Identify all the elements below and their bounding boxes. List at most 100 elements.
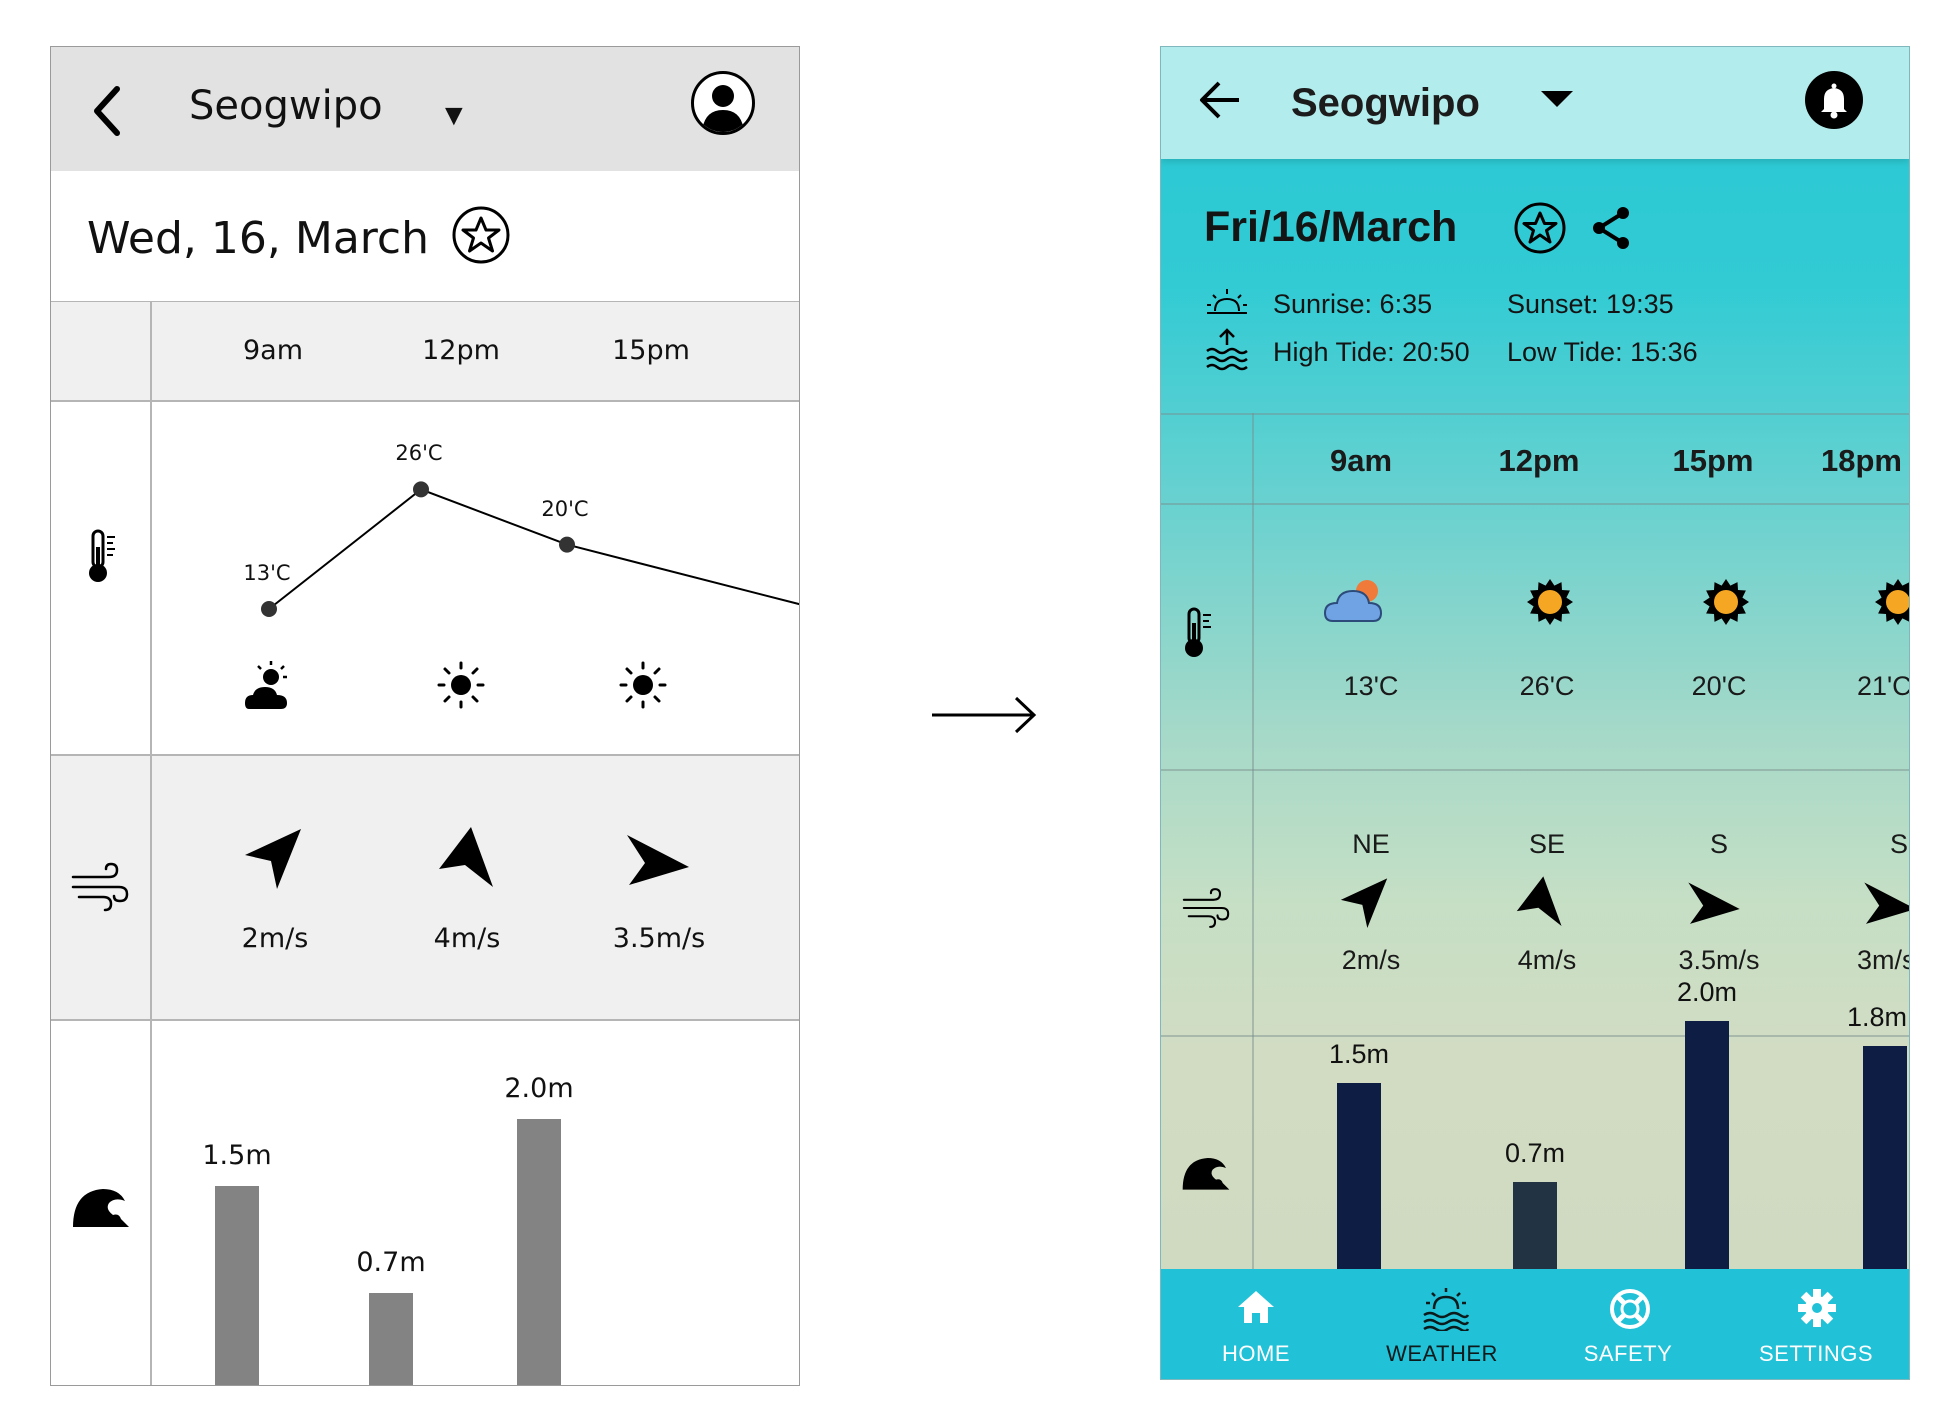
wave-height-bar	[1863, 1045, 1907, 1269]
bottom-navigation: HOME WEATHER SAFETY SETTINGS	[1161, 1269, 1909, 1379]
nav-safety[interactable]: SAFETY	[1533, 1269, 1723, 1379]
share-icon[interactable]	[1589, 205, 1633, 251]
wind-icon	[1182, 888, 1230, 928]
sun-icon	[619, 661, 667, 709]
low-tide-text: Low Tide: 15:36	[1507, 337, 1698, 367]
wind-direction-arrow-icon	[627, 835, 689, 885]
temperature-point	[261, 601, 277, 617]
wind-speed: 2m/s	[1341, 945, 1401, 975]
temperature-value: 21'C	[1857, 671, 1910, 701]
weather-sunrise-icon	[1423, 1288, 1470, 1331]
transition-arrow-icon	[932, 696, 1037, 734]
wind-direction-label: SE	[1528, 829, 1566, 859]
thermometer-icon	[89, 529, 115, 582]
wind-direction-arrow-icon	[1516, 876, 1562, 927]
wireframe-date: Wed, 16, March	[87, 213, 429, 264]
wind-speed: 3.5m/s	[1678, 945, 1760, 975]
wave-height-bar	[1337, 1083, 1381, 1269]
temperature-point	[413, 481, 429, 498]
tide-icon	[1206, 328, 1248, 371]
nav-settings[interactable]: SETTINGS	[1721, 1269, 1909, 1379]
sun-icon	[1875, 579, 1909, 625]
temperature-label: 13'C	[243, 561, 291, 585]
wave-height-bar	[1513, 1182, 1557, 1269]
sunrise-text: Sunrise: 6:35	[1273, 289, 1433, 319]
divider	[51, 1019, 799, 1021]
divider	[1161, 503, 1909, 505]
temperature-point	[559, 536, 575, 553]
lifebuoy-icon	[1610, 1289, 1650, 1329]
wave-height-label: 0.7m	[1504, 1138, 1566, 1169]
temperature-label: 26'C	[395, 441, 443, 466]
divider	[51, 754, 799, 756]
back-arrow-icon[interactable]	[1197, 77, 1243, 123]
temperature-value: 13'C	[1343, 671, 1399, 701]
wireframe-location-title: Seogwipo	[189, 83, 383, 129]
time-label: 12pm	[422, 335, 500, 366]
home-icon	[1238, 1291, 1274, 1323]
sun-icon	[437, 661, 485, 709]
cloud-sun-icon	[245, 661, 287, 709]
wave-height-bar	[1685, 1021, 1729, 1269]
temperature-value: 26'C	[1519, 671, 1575, 701]
wave-height-label: 2.0m	[504, 1073, 574, 1104]
wind-speed: 2m/s	[241, 923, 309, 954]
wind-direction-label: NE	[1352, 829, 1390, 859]
wave-height-bar	[215, 1186, 259, 1385]
wind-direction-arrow-icon	[1864, 882, 1909, 924]
nav-home-label: HOME	[1222, 1341, 1290, 1366]
divider	[1161, 1035, 1909, 1037]
app-header	[1161, 47, 1909, 159]
wind-direction-arrow-icon	[1340, 878, 1388, 929]
divider	[1161, 413, 1909, 415]
sunrise-icon	[1207, 289, 1247, 314]
nav-settings-label: SETTINGS	[1758, 1341, 1873, 1366]
wave-height-label: 2.0m	[1676, 977, 1738, 1007]
time-label: 12pm	[1498, 443, 1580, 478]
favorite-star-icon[interactable]	[451, 205, 511, 265]
wave-height-bar	[517, 1119, 561, 1385]
bell-icon	[1821, 83, 1847, 119]
notification-button[interactable]	[1805, 71, 1863, 129]
temperature-value: 20'C	[1691, 671, 1747, 701]
wave-height-label: 1.8m	[1847, 1001, 1908, 1032]
nav-weather-label: WEATHER	[1386, 1341, 1498, 1366]
sun-icon	[1703, 579, 1749, 625]
user-avatar-icon[interactable]	[691, 71, 755, 135]
time-label: 9am	[242, 335, 304, 366]
divider	[1161, 769, 1909, 771]
time-label: 18pm	[1821, 443, 1902, 478]
temperature-label: 20'C	[541, 496, 589, 521]
wind-direction-arrow-icon	[245, 829, 301, 889]
divider	[1252, 413, 1254, 1269]
app-date: Fri/16/March	[1204, 203, 1458, 251]
time-label: 15pm	[612, 335, 690, 366]
sun-icon	[1527, 579, 1573, 625]
dropdown-caret-icon[interactable]	[1539, 87, 1575, 111]
app-location-title: Seogwipo	[1291, 81, 1480, 125]
app-screen: Seogwipo Fri/16/March Sunrise: 6:35 Suns…	[1160, 46, 1910, 1380]
nav-safety-label: SAFETY	[1583, 1341, 1673, 1366]
back-chevron-icon[interactable]	[87, 83, 127, 139]
wireframe-screen: Seogwipo ▼ Wed, 16, March 9am 12pm 15pm …	[50, 46, 800, 1386]
time-label: 15pm	[1672, 443, 1754, 478]
wind-direction-label: S	[1709, 829, 1728, 859]
dropdown-caret-icon[interactable]: ▼	[439, 99, 469, 133]
sunset-text: Sunset: 19:35	[1507, 289, 1674, 319]
wave-height-label: 0.7m	[356, 1247, 426, 1279]
nav-home[interactable]: HOME	[1161, 1269, 1351, 1379]
nav-weather[interactable]: WEATHER	[1347, 1269, 1537, 1379]
wind-speed: 4m/s	[1517, 945, 1577, 975]
wireframe-header	[51, 47, 799, 171]
wind-direction-arrow-icon	[439, 827, 493, 887]
favorite-star-icon[interactable]	[1513, 201, 1567, 255]
wind-icon	[71, 862, 129, 912]
wind-direction-arrow-icon	[1688, 882, 1740, 924]
thermometer-icon	[1185, 607, 1211, 657]
wave-height-label: 1.5m	[1328, 1039, 1390, 1069]
wind-speed: 3.5m/s	[612, 923, 706, 954]
high-tide-text: High Tide: 20:50	[1273, 337, 1470, 367]
wave-height-label: 1.5m	[202, 1140, 272, 1171]
wind-direction-label: S	[1889, 829, 1908, 859]
wave-icon	[1182, 1158, 1230, 1190]
